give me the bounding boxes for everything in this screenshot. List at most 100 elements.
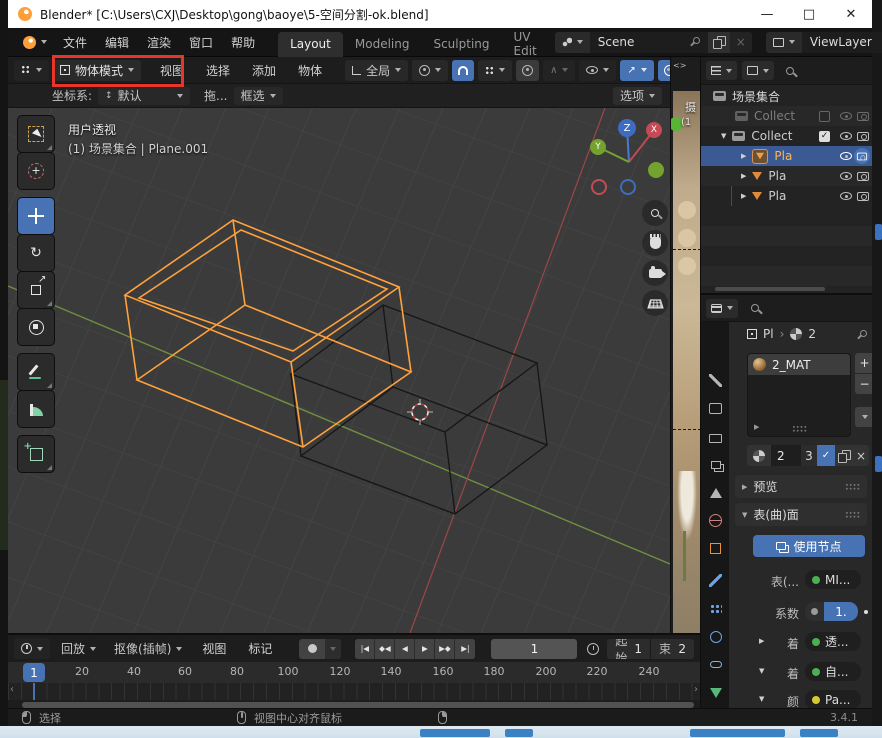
playhead-line[interactable] — [33, 683, 35, 700]
range-arrow-right[interactable] — [694, 684, 698, 695]
panel-grip[interactable] — [845, 483, 860, 490]
strip-nav-button[interactable] — [678, 229, 696, 247]
slot-add-button[interactable]: + — [855, 353, 872, 373]
shader-field[interactable]: 自... — [805, 662, 861, 681]
jump-start-button[interactable] — [355, 639, 375, 659]
prev-keyframe-button[interactable] — [375, 639, 395, 659]
breadcrumb-material[interactable]: 2 — [808, 327, 816, 341]
factor-value-slider[interactable]: 1. — [824, 602, 858, 621]
show-gizmo-dropdown[interactable] — [579, 60, 616, 81]
outliner-filter-button[interactable] — [742, 61, 774, 80]
browse-material-button[interactable] — [747, 445, 771, 466]
tab-physics[interactable] — [707, 628, 724, 645]
next-keyframe-button[interactable] — [435, 639, 455, 659]
eye-icon[interactable] — [840, 192, 852, 200]
viewport-canvas[interactable]: 用户透视 (1) 场景集合 | Plane.001 + — [8, 108, 670, 633]
workspace-tab-modeling[interactable]: Modeling — [343, 32, 422, 57]
camera-restrict-icon[interactable] — [857, 172, 869, 181]
tool-annotate[interactable] — [18, 354, 54, 390]
workspace-tab-uvedit[interactable]: UV Edit — [502, 32, 549, 57]
expand-arrow[interactable] — [721, 132, 726, 140]
close-button[interactable]: ✕ — [830, 0, 872, 28]
use-nodes-button[interactable]: 使用节点 — [753, 535, 865, 557]
pin-icon[interactable] — [688, 36, 700, 48]
gizmo-axis-x-neg[interactable] — [591, 179, 607, 195]
play-button[interactable] — [415, 639, 435, 659]
end-frame-field[interactable]: 结束点2 — [651, 639, 694, 659]
outliner-row-collection[interactable]: Collect — [701, 126, 872, 146]
minimize-button[interactable]: — — [746, 0, 788, 28]
outliner-row-object-active[interactable]: Pla — [701, 146, 872, 166]
shader-field[interactable]: 透... — [805, 632, 861, 651]
preview-panel-header[interactable]: 预览 — [735, 475, 867, 498]
maximize-button[interactable]: □ — [788, 0, 830, 28]
eye-icon[interactable] — [840, 152, 852, 160]
jump-end-button[interactable] — [455, 639, 475, 659]
panel-grip[interactable] — [845, 511, 860, 518]
pan-button[interactable] — [642, 230, 668, 256]
strip-nav-button[interactable] — [678, 257, 696, 275]
snap-with-dropdown[interactable] — [478, 60, 512, 81]
menu-select[interactable]: 选择 — [197, 62, 239, 79]
workspace-tab-sculpting[interactable]: Sculpting — [421, 32, 501, 57]
tool-select-box[interactable] — [18, 116, 54, 152]
menu-render[interactable]: 渲染 — [138, 34, 180, 51]
outliner-scrollbar[interactable] — [715, 287, 825, 291]
menu-file[interactable]: 文件 — [54, 34, 96, 51]
keying-menu[interactable]: 抠像(插帧) — [107, 638, 189, 659]
menu-add[interactable]: 添加 — [243, 62, 285, 79]
editor-type-button[interactable] — [14, 60, 49, 81]
outliner-row-object[interactable]: Pla — [701, 186, 872, 206]
tab-output[interactable] — [707, 428, 724, 445]
tool-scale[interactable] — [18, 272, 54, 308]
surface-shader-field[interactable]: MI... — [805, 570, 861, 589]
menu-help[interactable]: 帮助 — [222, 34, 264, 51]
tab-modifiers[interactable] — [707, 572, 724, 589]
factor-socket-button[interactable] — [805, 602, 824, 621]
playhead-badge[interactable]: 1 — [23, 663, 45, 682]
menu-object[interactable]: 物体 — [289, 62, 331, 79]
snap-toggle[interactable] — [452, 60, 474, 81]
row-expander[interactable] — [759, 667, 764, 675]
timeline-tick-strip[interactable] — [8, 683, 700, 700]
box-select-dropdown[interactable]: 框选 — [234, 87, 283, 105]
range-arrow-left[interactable] — [10, 684, 14, 695]
scene-browse-button[interactable] — [555, 32, 590, 53]
timeline-ruler[interactable]: 20 40 60 80 100 120 140 160 180 200 220 … — [8, 662, 700, 683]
scene-name-field[interactable]: Scene — [590, 32, 708, 53]
playback-menu[interactable]: 回放 — [54, 638, 103, 659]
outliner-display-mode-button[interactable] — [706, 61, 737, 80]
play-reverse-button[interactable] — [395, 639, 415, 659]
outliner-row-collection-excluded[interactable]: Collect — [701, 106, 872, 126]
proportional-edit-toggle[interactable] — [516, 60, 539, 81]
gizmos-dropdown[interactable] — [620, 60, 653, 81]
auto-key-toggle[interactable] — [299, 639, 325, 659]
slot-list-grip[interactable] — [792, 425, 807, 432]
material-slot-row[interactable]: 2_MAT — [748, 354, 850, 375]
slot-remove-button[interactable]: − — [855, 374, 872, 394]
expand-arrow[interactable] — [741, 172, 746, 180]
perspective-toggle-button[interactable] — [642, 290, 668, 316]
start-frame-field[interactable]: 起始1 — [607, 639, 651, 659]
outliner-row-object[interactable]: Pla — [701, 166, 872, 186]
tool-add-cube[interactable]: + — [18, 436, 54, 472]
material-users-button[interactable]: 3 — [801, 445, 817, 466]
camera-restrict-icon[interactable] — [857, 132, 869, 141]
gizmo-axis-y[interactable]: Y — [590, 139, 606, 155]
slot-specials-button[interactable] — [855, 407, 872, 427]
tab-constraints[interactable] — [707, 656, 724, 673]
expand-arrow[interactable] — [741, 192, 746, 200]
tab-scene[interactable] — [707, 484, 724, 501]
scene-new-button[interactable] — [708, 32, 730, 53]
outliner-row-scene-collection[interactable]: 场景集合 — [701, 86, 872, 106]
orientation-dropdown[interactable]: 全局 — [345, 60, 408, 81]
gizmo-axis-z-neg[interactable] — [620, 179, 636, 195]
slot-list-expander[interactable] — [754, 423, 759, 431]
tab-tool[interactable] — [707, 372, 724, 389]
eye-icon[interactable] — [840, 132, 852, 140]
outliner-search-input[interactable] — [779, 61, 868, 80]
viewlayer-name-field[interactable]: ViewLayer — [802, 32, 882, 53]
expand-arrow[interactable] — [741, 152, 746, 160]
camera-restrict-icon[interactable] — [857, 112, 869, 121]
color-field[interactable]: Pa... — [805, 690, 861, 708]
